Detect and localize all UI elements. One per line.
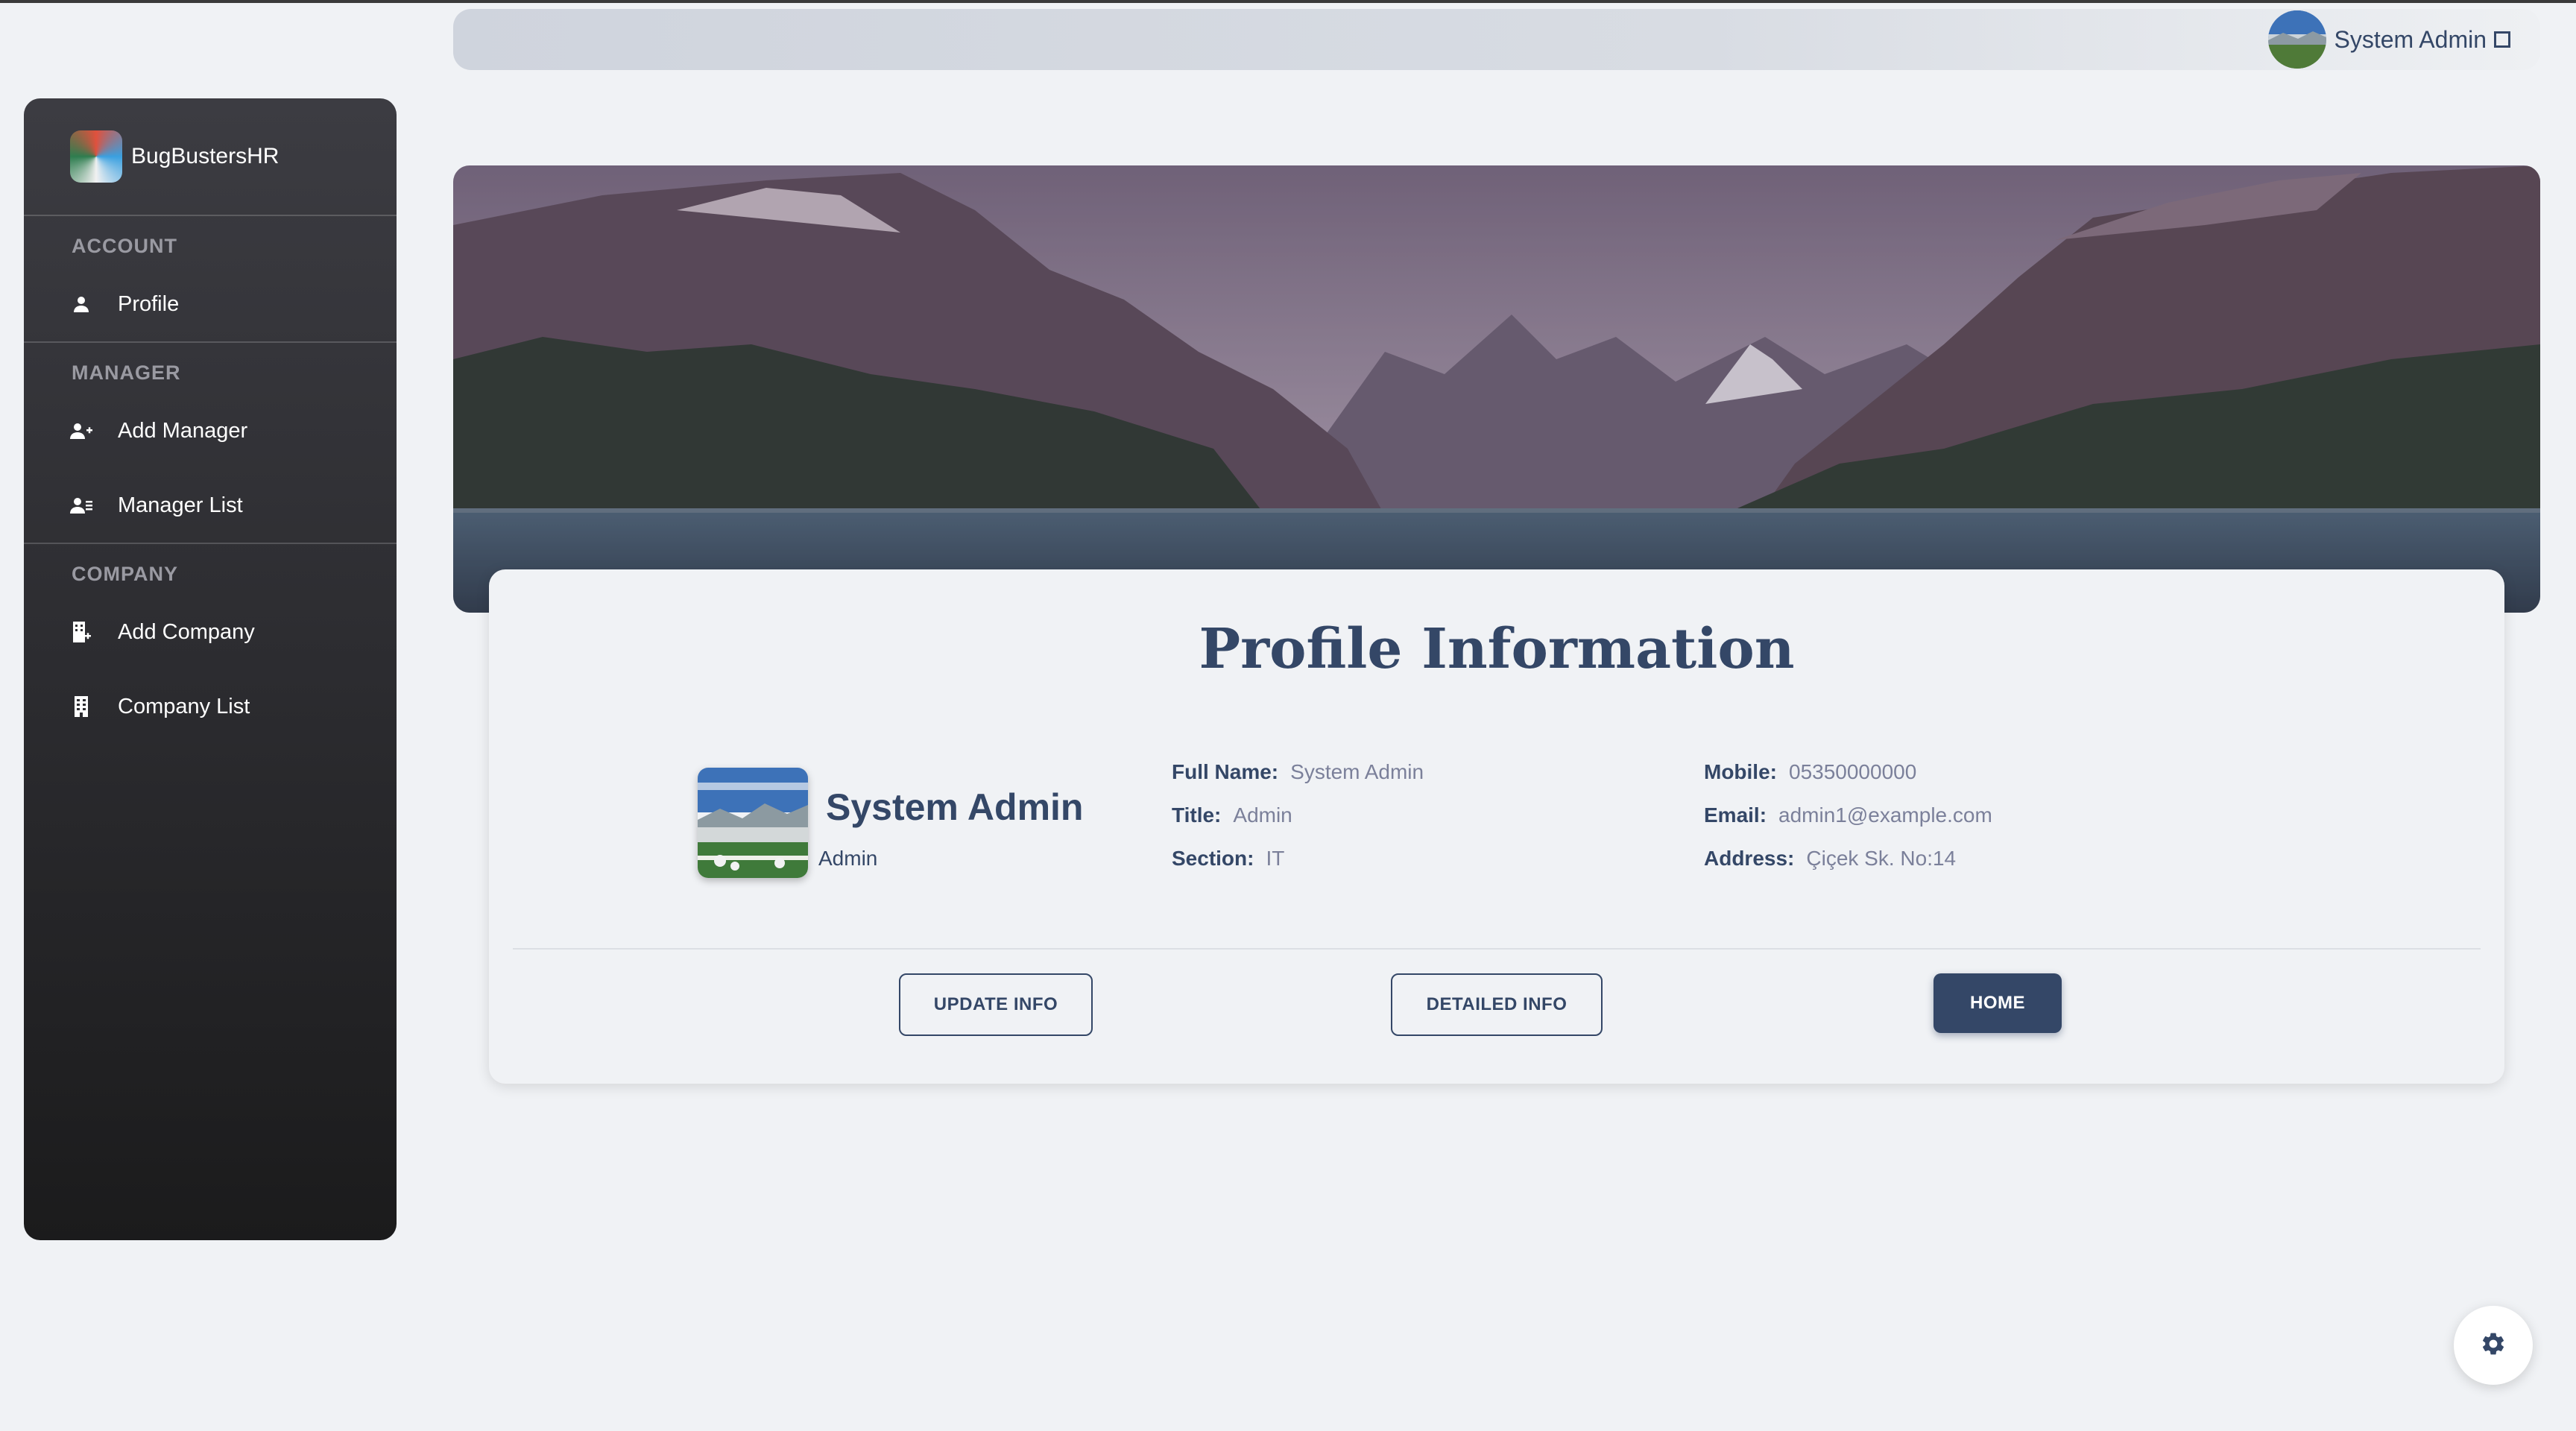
- settings-button[interactable]: [2454, 1306, 2533, 1385]
- sidebar-item-company-list[interactable]: Company List: [24, 669, 397, 744]
- sidebar: BugBustersHR ACCOUNT Profile MANAGER Add…: [24, 98, 397, 1240]
- sidebar-item-label: Manager List: [118, 493, 243, 517]
- sidebar-item-label: Company List: [118, 694, 250, 718]
- home-button[interactable]: HOME: [1933, 973, 2062, 1033]
- brand-logo: [70, 130, 122, 183]
- field-value: admin1@example.com: [1778, 803, 1992, 827]
- field-email: Email: admin1@example.com: [1704, 803, 1992, 827]
- field-value: Admin: [1233, 803, 1292, 827]
- field-full-name: Full Name: System Admin: [1172, 760, 1424, 784]
- top-navbar: System Admin: [453, 9, 2540, 70]
- field-section: Section: IT: [1172, 847, 1284, 871]
- section-title-manager: MANAGER: [72, 361, 181, 384]
- field-label: Title:: [1172, 803, 1222, 827]
- sidebar-item-label: Add Manager: [118, 418, 248, 443]
- field-value: 05350000000: [1789, 760, 1917, 783]
- profile-photo: [698, 768, 808, 878]
- field-value: System Admin: [1290, 760, 1424, 783]
- user-name[interactable]: System Admin: [2334, 26, 2487, 54]
- sidebar-item-manager-list[interactable]: Manager List: [24, 468, 397, 543]
- sidebar-item-label: Profile: [118, 291, 180, 316]
- field-label: Full Name:: [1172, 760, 1279, 783]
- section-title-account: ACCOUNT: [72, 235, 177, 257]
- person-icon: [70, 293, 92, 315]
- field-title: Title: Admin: [1172, 803, 1292, 827]
- hero-banner: [453, 165, 2540, 613]
- person-list-icon: [70, 494, 92, 517]
- building-icon: [70, 695, 92, 718]
- field-label: Email:: [1704, 803, 1767, 827]
- profile-role: Admin: [818, 847, 878, 870]
- sidebar-item-add-manager[interactable]: Add Manager: [24, 394, 397, 468]
- sidebar-item-add-company[interactable]: Add Company: [24, 595, 397, 669]
- field-value: IT: [1266, 847, 1285, 870]
- field-mobile: Mobile: 05350000000: [1704, 760, 1916, 784]
- field-label: Mobile:: [1704, 760, 1777, 783]
- sidebar-item-profile[interactable]: Profile: [24, 267, 397, 341]
- profile-name: System Admin: [826, 786, 1084, 828]
- detailed-info-button[interactable]: DETAILED INFO: [1391, 973, 1603, 1036]
- dropdown-square-icon[interactable]: [2494, 31, 2510, 48]
- building-add-icon: [70, 621, 92, 643]
- sidebar-item-label: Add Company: [118, 619, 255, 644]
- field-label: Section:: [1172, 847, 1254, 870]
- update-info-button[interactable]: UPDATE INFO: [899, 973, 1093, 1036]
- card-divider: [513, 948, 2481, 950]
- brand[interactable]: BugBustersHR: [24, 98, 397, 215]
- field-label: Address:: [1704, 847, 1795, 870]
- field-value: Çiçek Sk. No:14: [1806, 847, 1957, 870]
- person-add-icon: [70, 420, 92, 442]
- profile-card: Profile Information System Admin Admin F…: [489, 569, 2504, 1084]
- page-title: Profile Information: [1199, 617, 1795, 681]
- user-menu[interactable]: System Admin: [2268, 9, 2510, 70]
- field-address: Address: Çiçek Sk. No:14: [1704, 847, 1956, 871]
- top-border: [0, 0, 2576, 3]
- gear-icon: [2480, 1330, 2507, 1361]
- user-avatar[interactable]: [2268, 10, 2327, 69]
- brand-name: BugBustersHR: [131, 144, 280, 168]
- section-title-company: COMPANY: [72, 563, 179, 585]
